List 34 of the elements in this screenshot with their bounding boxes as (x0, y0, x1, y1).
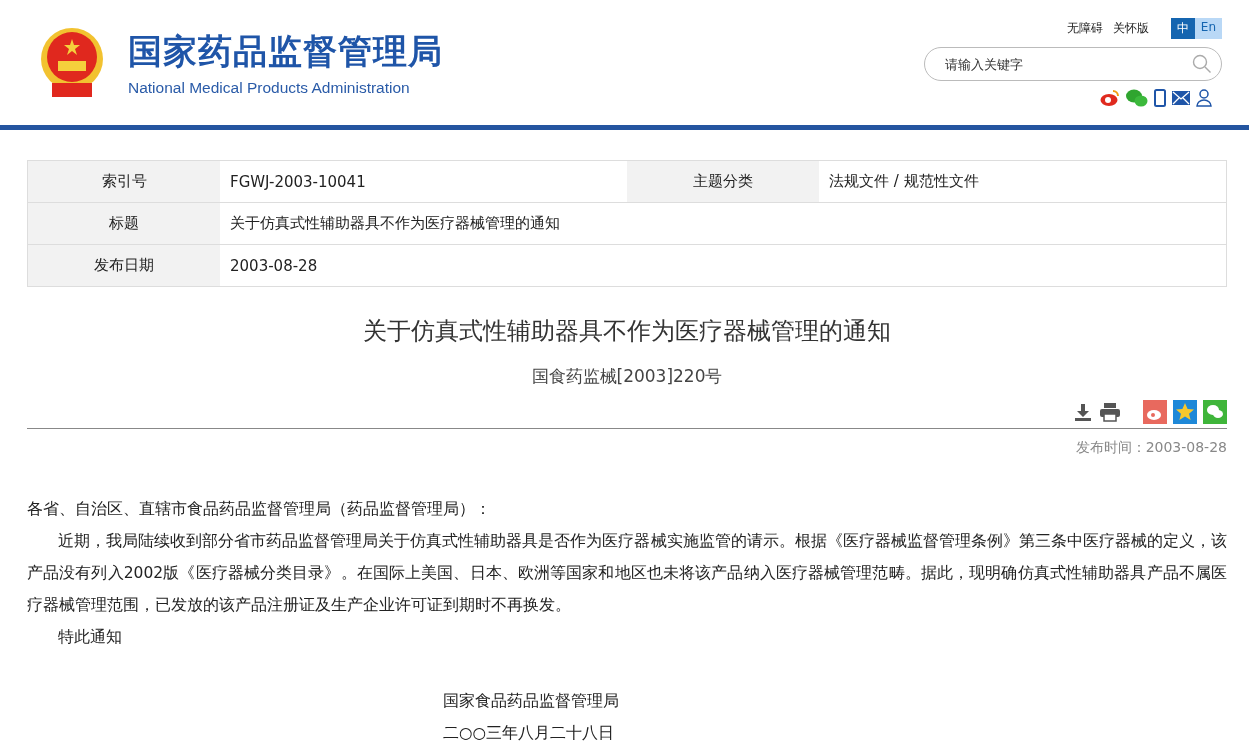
user-icon[interactable] (1196, 89, 1212, 107)
table-value: 法规文件 / 规范性文件 (828, 171, 980, 192)
language-tab[interactable]: 中 (1170, 18, 1195, 39)
signature: 国家食品药品监督管理局 (443, 691, 620, 712)
weibo-share-icon[interactable] (1143, 400, 1167, 424)
star-share-icon[interactable] (1173, 400, 1197, 424)
document-number: 国食药监械[2003]220号 (530, 365, 724, 388)
print-icon[interactable] (1099, 402, 1121, 422)
phone-icon[interactable] (1154, 89, 1166, 107)
wechat-share-icon[interactable] (1203, 400, 1227, 424)
site-title: 国家药品监督管理局 (128, 29, 443, 73)
article-title: 关于仿真式性辅助器具不作为医疗器械管理的通知 (362, 316, 892, 347)
language-tab[interactable]: En (1194, 18, 1222, 39)
table-label: 标题 (28, 203, 220, 244)
weibo-icon[interactable] (1100, 89, 1120, 107)
table-value: 关于仿真式性辅助器具不作为医疗器械管理的通知 (229, 213, 561, 234)
header-link[interactable]: 关怀版 (1112, 20, 1149, 37)
wechat-icon[interactable] (1126, 89, 1148, 107)
table-value: FGWJ-2003-10041 (229, 171, 367, 193)
search-field[interactable]: 请输入关键字 (924, 47, 1222, 81)
signature-date: 二○○三年八月二十八日 (443, 723, 616, 744)
site-subtitle: National Medical Products Administration (128, 78, 411, 97)
table-label: 发布日期 (28, 245, 220, 286)
table-label: 主题分类 (627, 161, 819, 202)
publish-time: 发布时间：2003-08-28 (1074, 439, 1227, 457)
emblem-icon (38, 26, 106, 99)
download-icon[interactable] (1073, 402, 1093, 422)
body-paragraph: 特此通知 (57, 627, 123, 648)
mail-icon[interactable] (1172, 91, 1190, 105)
table-label: 索引号 (28, 161, 220, 202)
table-value: 2003-08-28 (229, 255, 319, 277)
header-link[interactable]: 无障碍 (1066, 20, 1103, 37)
body-paragraph: 近期，我局陆续收到部分省市药品监督管理局关于仿真式性辅助器具是否作为医疗器械实施监管的请示。根据《医疗器械监督管理条例》第三条中医疗器械的定义，该产品没有列入2002版《医疗器械分类目录》。在国际上美国、日本、欧洲等国家和地区也未将该产品纳入医疗器械管理范畴。据此，现明确仿真式性辅助器具产品不属医疗器械管理范围，已发放的该产品注册证及生产企业许可证到期时不再换发。 (27, 531, 1227, 616)
salutation: 各省、自治区、直辖市食品药品监督管理局（药品监督管理局）： (27, 499, 492, 520)
